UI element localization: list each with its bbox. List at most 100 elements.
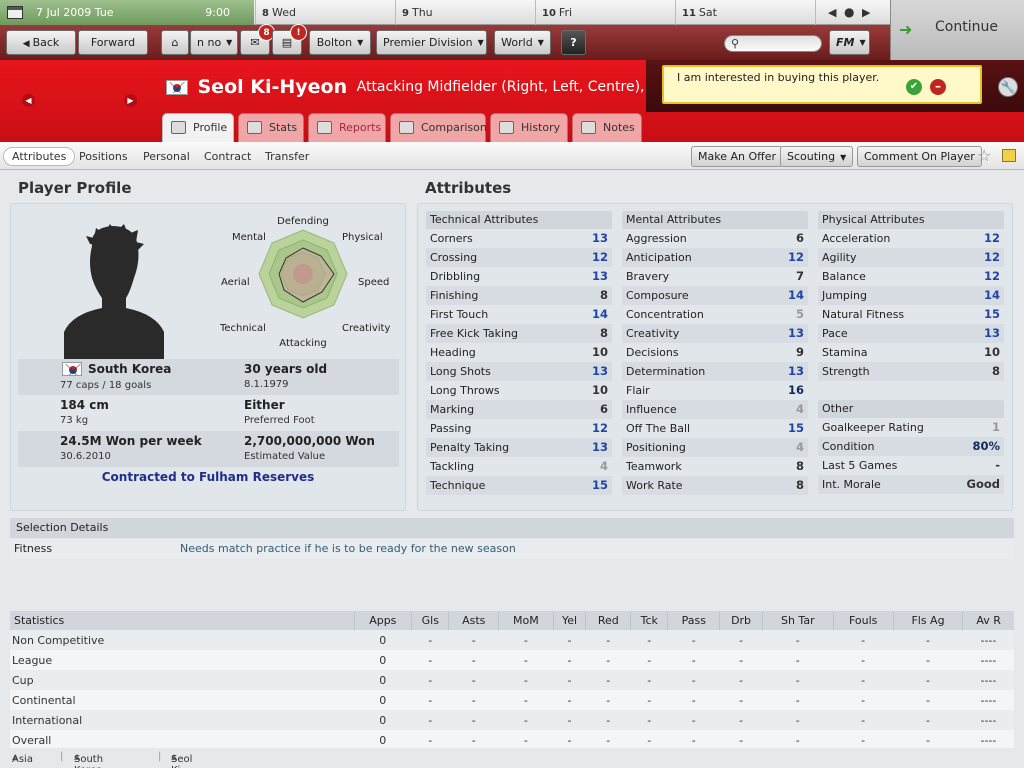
stats-column-header[interactable]: Tck [630,611,668,630]
world-menu[interactable]: World ▼ [494,30,551,55]
forward-button[interactable]: Forward [78,30,148,55]
alerts-button[interactable]: ▤! [272,24,307,55]
caps: 77 caps / 18 goals [60,380,152,391]
tab-reports[interactable]: Reports [308,113,386,142]
breadcrumb-south-korea[interactable]: South Korea ▲ [74,751,103,768]
stats-cell: - [667,650,720,670]
reports-icon [317,121,332,134]
home-button[interactable]: ⌂ [161,30,189,55]
calendar-prev-icon[interactable]: ◀ [828,6,836,19]
stats-column-header[interactable]: Asts [448,611,499,630]
next-player-icon[interactable]: ▶ [124,94,137,107]
table-row[interactable]: Overall 0- - - - - - - - - - - ---- [10,730,1014,750]
continue-button[interactable]: ➜ Continue [890,0,1024,60]
stats-column-header[interactable]: Apps [353,611,412,630]
stats-column-header[interactable]: Pass [667,611,720,630]
previous-player-icon[interactable]: ◀ [22,94,35,107]
table-row[interactable]: International 0- - - - - - - - - - - ---- [10,710,1014,730]
attribute-value: 15 [591,478,608,492]
attribute-row: Condition 80% [818,437,1004,456]
stats-cell: - [411,650,449,670]
attribute-name: Crossing [430,251,478,264]
calendar-next-icon[interactable]: ▶ [862,6,870,19]
tab-stats[interactable]: Stats [238,113,304,142]
calendar-day[interactable]: 11 Sat [675,0,815,25]
calendar-day[interactable]: 10 Fri [535,0,675,25]
subnav-transfer[interactable]: Transfer [256,147,318,166]
stats-column-header[interactable]: Drb [719,611,763,630]
back-button[interactable]: ◀ Back [6,30,76,55]
stats-column-header[interactable]: Red [585,611,631,630]
competition-menu[interactable]: Premier Division ▼ [376,30,487,55]
cancel-icon[interactable]: – [930,79,946,95]
stats-column-header[interactable]: Statistics [10,611,354,630]
stats-cell: - [833,670,894,690]
stats-column-header[interactable]: Fls Ag [892,611,963,630]
search-input[interactable]: ⚲ [724,35,822,52]
scouting-menu[interactable]: Scouting ▼ [780,146,854,167]
calendar-day[interactable]: 8 Wed [255,0,395,25]
nation[interactable]: South Korea [88,362,171,376]
stats-cell: - [667,670,720,690]
stats-column-header[interactable]: Sh Tar [761,611,834,630]
help-button[interactable]: ? [561,30,586,55]
attribute-row: Positioning 4 [622,438,808,457]
stats-cell: - [762,670,834,690]
calendar-nav: ◀ ● ▶ [815,0,890,25]
table-row[interactable]: League 0- - - - - - - - - - - ---- [10,650,1014,670]
stats-column-header[interactable]: Gls [411,611,449,630]
attribute-row: Passing 12 [426,419,612,438]
wrench-icon[interactable]: 🔧 [998,77,1018,97]
stats-cell: - [630,730,668,750]
comment-on-player-button[interactable]: Comment On Player [857,146,982,167]
calendar-day[interactable]: 9 Thu [395,0,535,25]
manager-menu[interactable]: n no ▼ [190,30,238,55]
attribute-name: Positioning [626,441,686,454]
tab-notes[interactable]: Notes [572,113,642,142]
stats-row-label: League [10,650,354,670]
club-menu[interactable]: Bolton ▼ [309,30,371,55]
stats-column-header[interactable]: MoM [498,611,554,630]
stats-column-header[interactable]: Av R [962,611,1014,630]
contracted-to-link[interactable]: Contracted to Fulham Reserves [10,470,406,484]
table-row[interactable]: Non Competitive 0- - - - - - - - - - - ---- [10,630,1014,650]
table-row[interactable]: Continental 0- - - - - - - - - - - ---- [10,690,1014,710]
technical-header: Technical Attributes [426,211,612,229]
breadcrumb-asia[interactable]: Asia ▲ [12,751,33,765]
attribute-name: Natural Fitness [822,308,905,321]
stats-column-header[interactable]: Fouls [832,611,894,630]
stats-column-header[interactable]: Yel [552,611,586,630]
calendar-today-dot-icon[interactable]: ● [844,5,854,19]
breadcrumb-player[interactable]: Seol Ki-Hyeon ▲ [171,751,192,768]
make-offer-button[interactable]: Make An Offer [691,146,783,167]
fm-menu[interactable]: FM ▼ [829,30,870,55]
stats-cell: - [411,630,449,650]
shortlist-icon[interactable] [1002,149,1016,162]
subnav-personal[interactable]: Personal [134,147,199,166]
stats-cell: - [553,710,586,730]
info-row-nation: South Korea 77 caps / 18 goals 30 years … [18,359,399,395]
attribute-name: Finishing [430,289,479,302]
star-icon[interactable]: ☆ [977,146,991,165]
subnav-positions[interactable]: Positions [70,147,137,166]
korea-flag-icon [166,79,188,95]
attribute-name: Long Throws [430,384,500,397]
tab-profile[interactable]: Profile [162,113,234,142]
confirm-icon[interactable]: ✔ [906,79,922,95]
subnav-contract[interactable]: Contract [195,147,260,166]
mental-attributes: Mental Attributes Aggression 6 Anticipatio… [622,211,808,495]
table-row[interactable]: Cup 0- - - - - - - - - - - ---- [10,670,1014,690]
stats-cell: - [762,710,834,730]
calendar-today[interactable]: 7 Jul 2009 Tue 9:00 [0,0,254,25]
home-icon: ⌂ [171,36,179,49]
stats-cell: - [448,650,499,670]
inbox-button[interactable]: ✉ 8 [240,24,275,55]
statistics-table: Statistics Apps Gls Asts MoM Yel Red Tck Pass Drb… [10,611,1014,750]
subnav-attributes[interactable]: Attributes [3,147,76,166]
attribute-row: First Touch 14 [426,305,612,324]
tab-comparison[interactable]: Comparison [390,113,487,142]
tab-history[interactable]: History [490,113,568,142]
attribute-name: First Touch [430,308,489,321]
attribute-name: Decisions [626,346,679,359]
stats-cell: - [719,690,763,710]
